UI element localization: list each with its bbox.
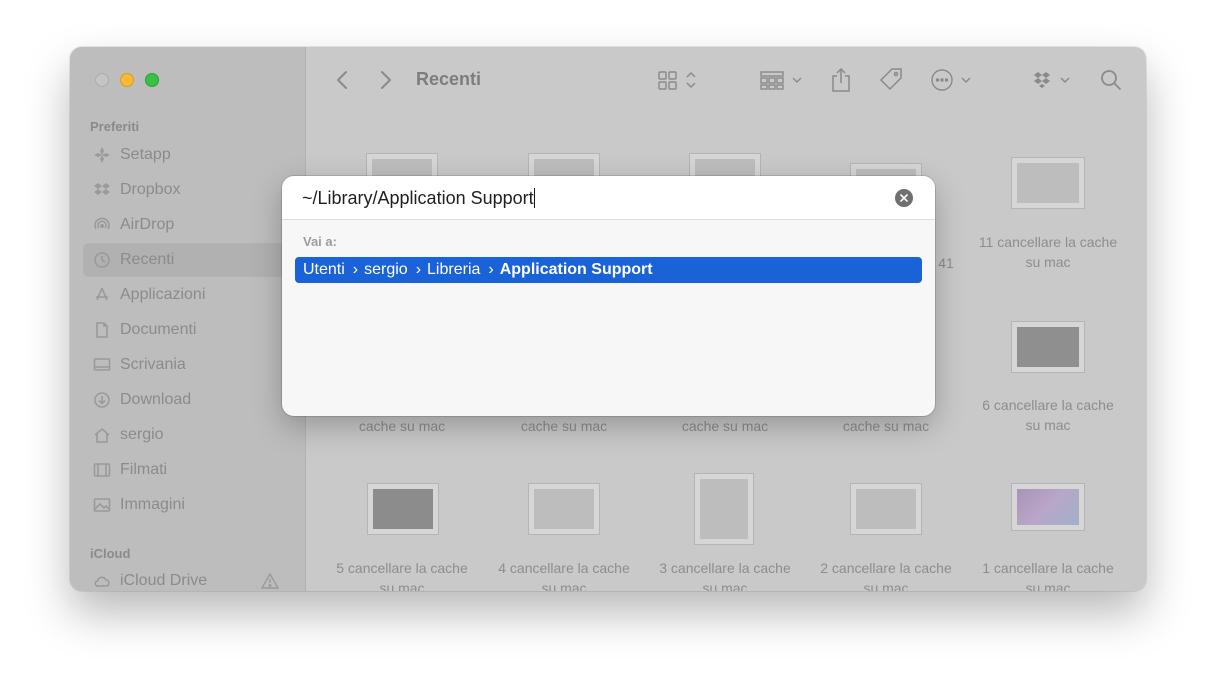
- sidebar-item-label: Download: [120, 391, 192, 408]
- sidebar-item-applicazioni[interactable]: Applicazioni: [83, 278, 293, 312]
- file-name[interactable]: cache su mac: [494, 416, 634, 436]
- file-name[interactable]: 1 cancellare la cache su mac: [978, 558, 1118, 591]
- file-name[interactable]: cache su mac: [816, 416, 956, 436]
- sidebar-item-label: Documenti: [120, 321, 197, 338]
- share-icon: [830, 67, 852, 93]
- sidebar-item-label: Filmati: [120, 461, 168, 478]
- tag-icon: [878, 67, 904, 93]
- file-name[interactable]: cache su mac: [655, 416, 795, 436]
- go-to-folder-dialog: ~/Library/Application Support Vai a: Ute…: [282, 176, 935, 416]
- sidebar-item-recenti[interactable]: Recenti: [83, 243, 293, 277]
- file-thumbnail[interactable]: [694, 473, 754, 545]
- sidebar-item-label: Recenti: [120, 251, 175, 268]
- sidebar-item-dropbox[interactable]: Dropbox: [83, 173, 293, 207]
- file-name[interactable]: 11 cancellare la cache su mac: [978, 232, 1118, 272]
- grid-view-icon: [657, 69, 701, 91]
- sidebar-item-label: sergio: [120, 426, 164, 443]
- photo-icon: [92, 495, 112, 515]
- sidebar-item-label: Applicazioni: [120, 286, 206, 303]
- share-button[interactable]: [830, 65, 852, 95]
- sidebar-section-icloud: iCloud: [90, 546, 131, 561]
- desktop-icon: [92, 355, 112, 375]
- search-icon: [1100, 69, 1122, 91]
- document-icon: [92, 320, 112, 340]
- dropbox-icon: [92, 180, 112, 200]
- sidebar-item-label: Setapp: [120, 146, 171, 163]
- sidebar-item-label: AirDrop: [120, 216, 175, 233]
- sidebar-item-setapp[interactable]: Setapp: [83, 138, 293, 172]
- sidebar-section-favorites: Preferiti: [90, 119, 140, 134]
- dropbox-icon: [1032, 69, 1074, 91]
- chevron-right-icon: ›: [352, 261, 359, 278]
- close-icon: [900, 189, 908, 207]
- applications-icon: [92, 285, 112, 305]
- file-thumbnail[interactable]: [1011, 483, 1085, 531]
- file-name[interactable]: 5 cancellare la cache su mac: [332, 558, 472, 591]
- dropbox-toolbar-button[interactable]: [1032, 65, 1074, 95]
- airdrop-icon: [92, 215, 112, 235]
- path-suggestion-row[interactable]: Utenti › sergio › Libreria › Application…: [295, 257, 922, 283]
- sidebar-item-icloud-drive[interactable]: iCloud Drive: [83, 564, 293, 591]
- sidebar-item-download[interactable]: Download: [83, 383, 293, 417]
- search-button[interactable]: [1100, 65, 1122, 95]
- chevron-right-icon: ›: [415, 261, 422, 278]
- close-window-button[interactable]: [95, 73, 109, 87]
- setapp-icon: [92, 145, 112, 165]
- path-segment: Utenti: [303, 261, 345, 278]
- path-input-value: ~/Library/Application Support: [302, 188, 534, 208]
- window-title: Recenti: [416, 69, 482, 89]
- forward-button[interactable]: [376, 65, 396, 95]
- file-name[interactable]: cache su mac: [332, 416, 472, 436]
- group-button[interactable]: [760, 65, 806, 95]
- text-caret: [533, 188, 535, 208]
- clock-icon: [92, 250, 112, 270]
- zoom-window-button[interactable]: [145, 73, 159, 87]
- sidebar-item-scrivania[interactable]: Scrivania: [83, 348, 293, 382]
- path-segment: Application Support: [499, 261, 653, 278]
- file-name[interactable]: 3 cancellare la cache su mac: [655, 558, 795, 591]
- group-icon: [760, 69, 806, 91]
- file-name[interactable]: 2 cancellare la cache su mac: [816, 558, 956, 591]
- sidebar-item-immagini[interactable]: Immagini: [83, 488, 293, 522]
- sidebar-item-filmati[interactable]: Filmati: [83, 453, 293, 487]
- clear-button[interactable]: [895, 189, 913, 207]
- file-name[interactable]: 4 cancellare la cache su mac: [494, 558, 634, 591]
- home-icon: [92, 425, 112, 445]
- sidebar-item-label: Scrivania: [120, 356, 186, 373]
- view-mode-button[interactable]: [657, 65, 701, 95]
- file-thumbnail[interactable]: [1011, 157, 1085, 209]
- sidebar-item-airdrop[interactable]: AirDrop: [83, 208, 293, 242]
- sidebar-item-label: Dropbox: [120, 181, 181, 198]
- file-thumbnail[interactable]: [528, 483, 600, 535]
- action-button[interactable]: [930, 65, 976, 95]
- goto-section-label: Vai a:: [303, 234, 337, 249]
- download-icon: [92, 390, 112, 410]
- sidebar: Preferiti Setapp Dropbox AirDrop Recenti: [70, 47, 306, 591]
- tag-button[interactable]: [878, 65, 904, 95]
- sidebar-item-sergio[interactable]: sergio: [83, 418, 293, 452]
- sidebar-item-label: iCloud Drive: [120, 572, 208, 589]
- path-segment: Libreria: [427, 261, 481, 278]
- path-segment: sergio: [364, 261, 408, 278]
- file-name-partial: 41: [938, 255, 954, 271]
- sidebar-item-label: Immagini: [120, 496, 185, 513]
- ellipsis-circle-icon: [930, 68, 976, 92]
- film-icon: [92, 460, 112, 480]
- sidebar-item-documenti[interactable]: Documenti: [83, 313, 293, 347]
- cloud-icon: [92, 571, 112, 591]
- minimize-window-button[interactable]: [120, 73, 134, 87]
- path-input[interactable]: ~/Library/Application Support: [282, 176, 935, 220]
- back-button[interactable]: [332, 65, 352, 95]
- file-thumbnail[interactable]: [1011, 321, 1085, 373]
- file-thumbnail[interactable]: [850, 483, 922, 535]
- file-thumbnail[interactable]: [367, 483, 439, 535]
- warning-icon: [260, 572, 280, 591]
- file-name[interactable]: 6 cancellare la cache su mac: [978, 395, 1118, 435]
- chevron-right-icon: ›: [488, 261, 494, 278]
